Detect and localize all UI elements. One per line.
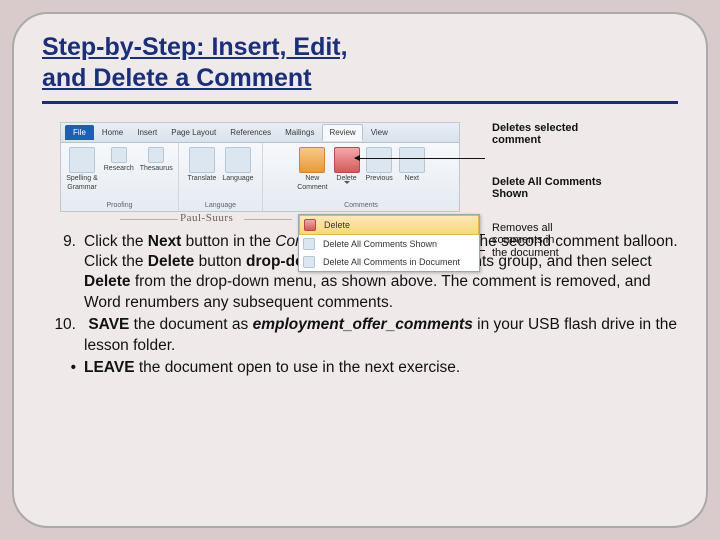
title-rule <box>42 101 678 104</box>
group-comments: NewComment Delete Previous Next Comments <box>263 143 459 211</box>
group-label-comments: Comments <box>344 202 378 209</box>
callout-delete-all-shown: Delete All Comments Shown <box>492 176 602 201</box>
delete-dropdown-arrow-icon[interactable] <box>344 181 350 184</box>
callout-removes-all: Removes all comments in the document <box>492 222 559 260</box>
spelling-icon[interactable] <box>69 147 95 173</box>
ribbon-body: Spelling &Grammar Research Thesaurus Pro… <box>61 143 459 211</box>
group-label-language: Language <box>205 202 236 209</box>
new-comment-icon[interactable] <box>299 147 325 173</box>
group-language: Translate Language Language <box>179 143 263 211</box>
step-number: 10. <box>50 315 84 356</box>
translate-icon[interactable] <box>189 147 215 173</box>
delete-icon <box>304 219 316 231</box>
research-icon[interactable] <box>111 147 127 163</box>
thesaurus-icon[interactable] <box>148 147 164 163</box>
callout-delete-selected: Deletes selected comment <box>492 122 578 147</box>
tab-references[interactable]: References <box>224 125 277 140</box>
next-comment-icon[interactable] <box>399 147 425 173</box>
tab-home[interactable]: Home <box>96 125 129 140</box>
tab-review[interactable]: Review <box>322 124 362 141</box>
word-ribbon: File Home Insert Page Layout References … <box>60 122 460 212</box>
ribbon-tabs: File Home Insert Page Layout References … <box>61 123 459 143</box>
delete-dropdown-menu: Delete Delete All Comments Shown Delete … <box>298 214 480 272</box>
group-label-proofing: Proofing <box>106 202 132 209</box>
callout-arrow-1 <box>355 158 485 159</box>
tab-mailings[interactable]: Mailings <box>279 125 320 140</box>
delete-all-doc-icon <box>303 256 315 268</box>
step-bullet: • LEAVE the document open to use in the … <box>50 358 678 378</box>
slide-title: Step-by-Step: Insert, Edit, and Delete a… <box>42 32 678 95</box>
menu-item-delete[interactable]: Delete <box>299 215 479 235</box>
slide-frame: Step-by-Step: Insert, Edit, and Delete a… <box>12 12 708 528</box>
menu-item-delete-all-doc[interactable]: Delete All Comments in Document <box>299 253 479 271</box>
tab-page-layout[interactable]: Page Layout <box>165 125 222 140</box>
menu-item-delete-all-shown[interactable]: Delete All Comments Shown <box>299 235 479 253</box>
title-line-2: and Delete a Comment <box>42 64 312 92</box>
group-proofing: Spelling &Grammar Research Thesaurus Pro… <box>61 143 179 211</box>
previous-comment-icon[interactable] <box>366 147 392 173</box>
step-10: 10. SAVE the document as employment_offe… <box>50 315 678 356</box>
title-line-1: Step-by-Step: Insert, Edit, <box>42 33 348 61</box>
tab-file[interactable]: File <box>65 125 94 140</box>
step-text: SAVE the document as employment_offer_co… <box>84 315 678 356</box>
tab-insert[interactable]: Insert <box>131 125 163 140</box>
tab-view[interactable]: View <box>365 125 394 140</box>
step-number: 9. <box>50 232 84 314</box>
step-number: • <box>50 358 84 378</box>
step-text: LEAVE the document open to use in the ne… <box>84 358 678 378</box>
ribbon-figure: File Home Insert Page Layout References … <box>60 122 660 212</box>
author-name: Paul-Suurs <box>180 212 233 224</box>
delete-all-shown-icon <box>303 238 315 250</box>
language-icon[interactable] <box>225 147 251 173</box>
